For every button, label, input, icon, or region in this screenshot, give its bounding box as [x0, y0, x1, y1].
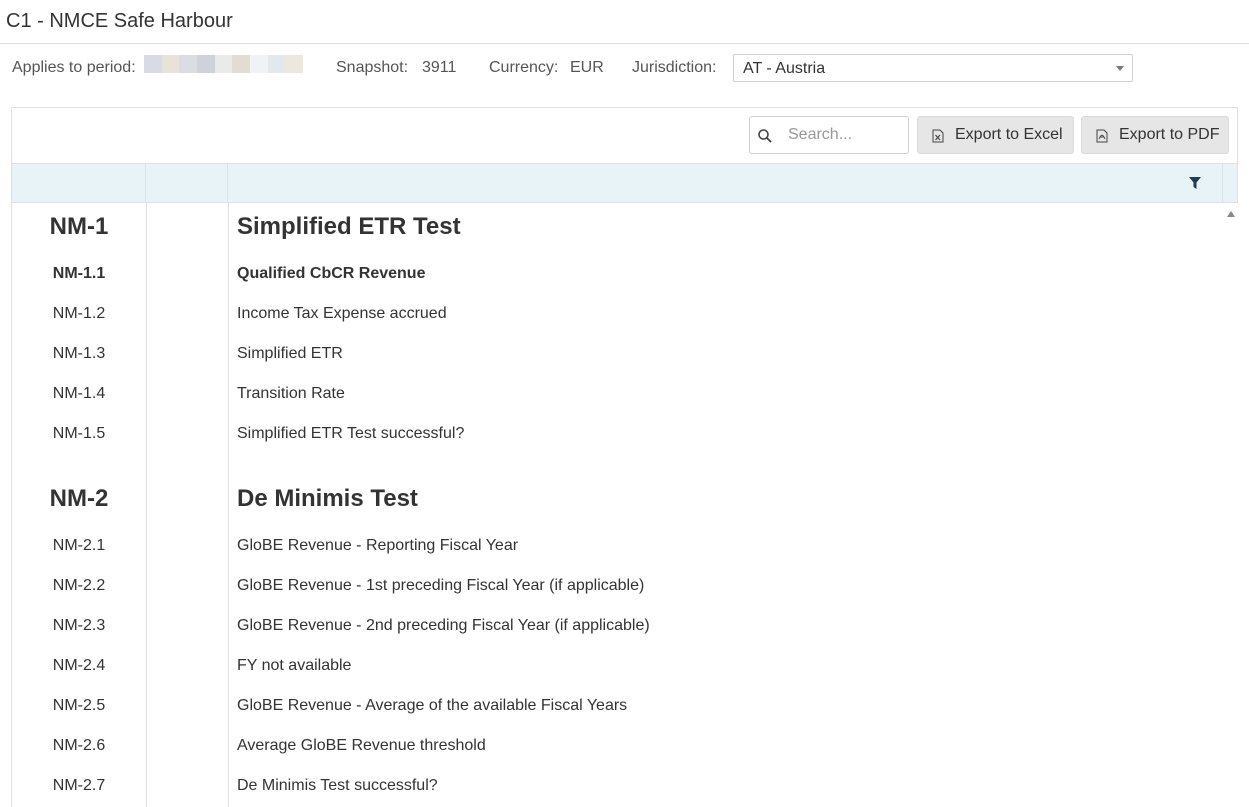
title-bar: C1 - NMCE Safe Harbour [0, 0, 1249, 44]
row-label: Simplified ETR [237, 345, 343, 362]
currency-label: Currency: [489, 59, 559, 76]
row-label: Simplified ETR Test successful? [237, 425, 465, 442]
table-row[interactable]: NM-2.7 De Minimis Test successful? [12, 767, 1224, 807]
row-code: NM-1.3 [52, 345, 106, 362]
snapshot-value: 3911 [422, 59, 457, 76]
table-row[interactable]: NM-1.4 Transition Rate [12, 375, 1224, 415]
row-code: NM-2.3 [52, 617, 106, 634]
table-row[interactable]: NM-2.6 Average GloBE Revenue threshold [12, 727, 1224, 767]
row-label: FY not available [237, 657, 352, 674]
table-row[interactable]: NM-2.1 GloBE Revenue - Reporting Fiscal Y… [12, 527, 1224, 567]
header-cell-code[interactable] [12, 164, 146, 202]
table-row[interactable]: NM-2.3 GloBE Revenue - 2nd preceding Fisc… [12, 607, 1224, 647]
scroll-up-arrow-icon[interactable] [1227, 211, 1235, 217]
table-row[interactable]: NM-1.1 Qualified CbCR Revenue [12, 255, 1224, 295]
row-code: NM-1.4 [52, 385, 106, 402]
filter-bar: Applies to period: Snapshot: 3911 Curren… [0, 44, 1249, 104]
row-label: Simplified ETR Test [237, 213, 461, 240]
export-excel-label: Export to Excel [955, 126, 1063, 143]
row-code: NM-1 [49, 213, 109, 240]
row-code: NM-1.1 [52, 265, 106, 282]
table-row[interactable]: NM-1.2 Income Tax Expense accrued [12, 295, 1224, 335]
row-code: NM-2.2 [52, 577, 106, 594]
pdf-file-icon [1096, 129, 1108, 143]
table-row[interactable]: NM-1.5 Simplified ETR Test successful? [12, 415, 1224, 455]
row-code: NM-1.2 [52, 305, 106, 322]
row-label: Average GloBE Revenue threshold [237, 737, 486, 754]
jurisdiction-selected-value: AT - Austria [743, 60, 826, 77]
page-title: C1 - NMCE Safe Harbour [6, 10, 233, 32]
row-label: GloBE Revenue - Average of the available… [237, 697, 628, 714]
row-label: GloBE Revenue - 2nd preceding Fiscal Yea… [237, 617, 650, 634]
export-excel-button[interactable]: Export to Excel [917, 116, 1074, 154]
section-row[interactable]: NM-1 Simplified ETR Test [12, 203, 1224, 255]
row-label: Income Tax Expense accrued [237, 305, 447, 322]
row-label: De Minimis Test [237, 485, 418, 512]
snapshot-label: Snapshot: [336, 59, 409, 76]
row-code: NM-2.7 [52, 777, 106, 794]
header-cell-blank[interactable] [146, 164, 228, 202]
period-value-redacted [144, 55, 304, 73]
search-icon [758, 129, 772, 143]
chevron-down-icon [1116, 66, 1124, 71]
table-row[interactable]: NM-1.3 Simplified ETR [12, 335, 1224, 375]
excel-file-icon [932, 129, 944, 143]
section-row[interactable]: NM-2 De Minimis Test [12, 475, 1224, 527]
row-label: Transition Rate [237, 385, 345, 402]
export-pdf-button[interactable]: Export to PDF [1081, 116, 1229, 154]
report-grid: Export to Excel Export to PDF NM-1 Simpli… [11, 107, 1238, 807]
table-row[interactable]: NM-2.5 GloBE Revenue - Average of the ava… [12, 687, 1224, 727]
row-label: De Minimis Test successful? [237, 777, 438, 794]
vertical-scrollbar[interactable] [1224, 203, 1238, 807]
row-code: NM-2 [49, 485, 109, 512]
search-input[interactable] [788, 124, 903, 146]
header-cell-description[interactable] [228, 164, 1223, 202]
export-pdf-label: Export to PDF [1119, 126, 1220, 143]
row-code: NM-2.5 [52, 697, 106, 714]
row-label: Qualified CbCR Revenue [237, 265, 426, 282]
jurisdiction-select[interactable]: AT - Austria [733, 54, 1133, 82]
currency-value: EUR [570, 59, 604, 76]
grid-header-row [12, 163, 1237, 203]
period-label: Applies to period: [12, 59, 136, 76]
table-row[interactable]: NM-2.4 FY not available [12, 647, 1224, 687]
filter-icon[interactable] [1188, 176, 1202, 190]
jurisdiction-label: Jurisdiction: [632, 59, 717, 76]
row-code: NM-1.5 [52, 425, 106, 442]
row-code: NM-2.1 [52, 537, 106, 554]
row-code: NM-2.6 [52, 737, 106, 754]
table-row[interactable]: NM-2.2 GloBE Revenue - 1st preceding Fisc… [12, 567, 1224, 607]
row-label: GloBE Revenue - Reporting Fiscal Year [237, 537, 519, 554]
row-label: GloBE Revenue - 1st preceding Fiscal Yea… [237, 577, 645, 594]
search-box[interactable] [749, 116, 909, 154]
grid-body: NM-1 Simplified ETR Test NM-1.1 Qualified C… [12, 203, 1224, 807]
grid-toolbar: Export to Excel Export to PDF [12, 108, 1237, 163]
row-code: NM-2.4 [52, 657, 106, 674]
